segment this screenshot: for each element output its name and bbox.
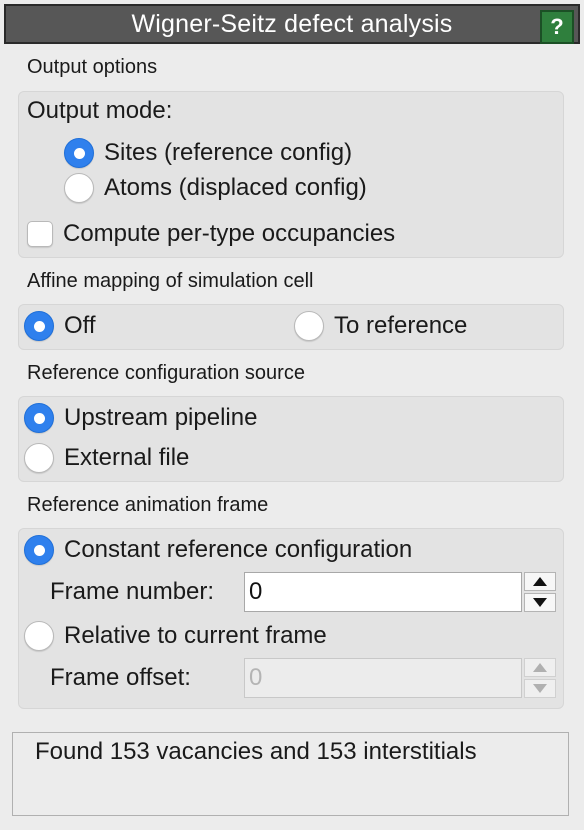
per-type-occupancies-label: Compute per-type occupancies — [63, 220, 396, 247]
frame-number-decrement[interactable] — [524, 593, 556, 612]
output-mode-label: Output mode: — [27, 97, 173, 124]
source-external-option[interactable]: External file — [24, 443, 189, 473]
frame-relative-label: Relative to current frame — [64, 622, 327, 649]
affine-mapping-label: Affine mapping of simulation cell — [27, 270, 314, 292]
arrow-up-icon — [533, 577, 547, 586]
affine-to-reference-radio[interactable] — [294, 311, 324, 341]
affine-to-reference-option[interactable]: To reference — [294, 311, 467, 341]
source-external-radio[interactable] — [24, 443, 54, 473]
frame-relative-radio[interactable] — [24, 621, 54, 651]
affine-mapping-group — [18, 304, 564, 350]
source-upstream-radio[interactable] — [24, 403, 54, 433]
frame-number-spinner[interactable] — [524, 572, 556, 612]
per-type-occupancies-checkbox[interactable] — [27, 221, 53, 247]
status-box: Found 153 vacancies and 153 interstitial… — [12, 732, 569, 816]
mode-sites-label: Sites (reference config) — [104, 139, 353, 166]
reference-source-label: Reference configuration source — [27, 362, 305, 384]
frame-number-label: Frame number: — [50, 578, 215, 605]
title-bar: Wigner-Seitz defect analysis ? — [4, 4, 580, 44]
frame-offset-increment — [524, 658, 556, 677]
mode-atoms-option[interactable]: Atoms (displaced config) — [64, 173, 367, 203]
frame-relative-option[interactable]: Relative to current frame — [24, 621, 327, 651]
frame-number-input[interactable]: 0 — [244, 572, 522, 612]
affine-off-radio[interactable] — [24, 311, 54, 341]
reference-frame-label: Reference animation frame — [27, 494, 269, 516]
status-message: Found 153 vacancies and 153 interstitial… — [35, 738, 477, 765]
source-upstream-label: Upstream pipeline — [64, 404, 258, 431]
mode-atoms-label: Atoms (displaced config) — [104, 174, 367, 201]
mode-sites-option[interactable]: Sites (reference config) — [64, 138, 352, 168]
frame-offset-label: Frame offset: — [50, 664, 191, 691]
affine-off-option[interactable]: Off — [24, 311, 96, 341]
source-upstream-option[interactable]: Upstream pipeline — [24, 403, 257, 433]
affine-off-label: Off — [64, 312, 96, 339]
source-external-label: External file — [64, 444, 190, 471]
frame-offset-spinner — [524, 658, 556, 698]
arrow-down-icon — [533, 684, 547, 693]
frame-constant-label: Constant reference configuration — [64, 536, 413, 563]
output-options-label: Output options — [27, 56, 158, 78]
mode-atoms-radio[interactable] — [64, 173, 94, 203]
frame-offset-decrement — [524, 679, 556, 698]
frame-constant-radio[interactable] — [24, 535, 54, 565]
affine-to-reference-label: To reference — [334, 312, 468, 339]
frame-offset-input: 0 — [244, 658, 522, 698]
mode-sites-radio[interactable] — [64, 138, 94, 168]
arrow-up-icon — [533, 663, 547, 672]
output-mode-row: Output mode: — [27, 97, 172, 125]
panel-title: Wigner-Seitz defect analysis — [131, 9, 453, 38]
modifier-panel: Wigner-Seitz defect analysis ? Output op… — [0, 0, 584, 830]
frame-constant-option[interactable]: Constant reference configuration — [24, 535, 412, 565]
arrow-down-icon — [533, 598, 547, 607]
frame-number-increment[interactable] — [524, 572, 556, 591]
per-type-occupancies-option[interactable]: Compute per-type occupancies — [27, 220, 395, 248]
help-button[interactable]: ? — [540, 10, 574, 44]
